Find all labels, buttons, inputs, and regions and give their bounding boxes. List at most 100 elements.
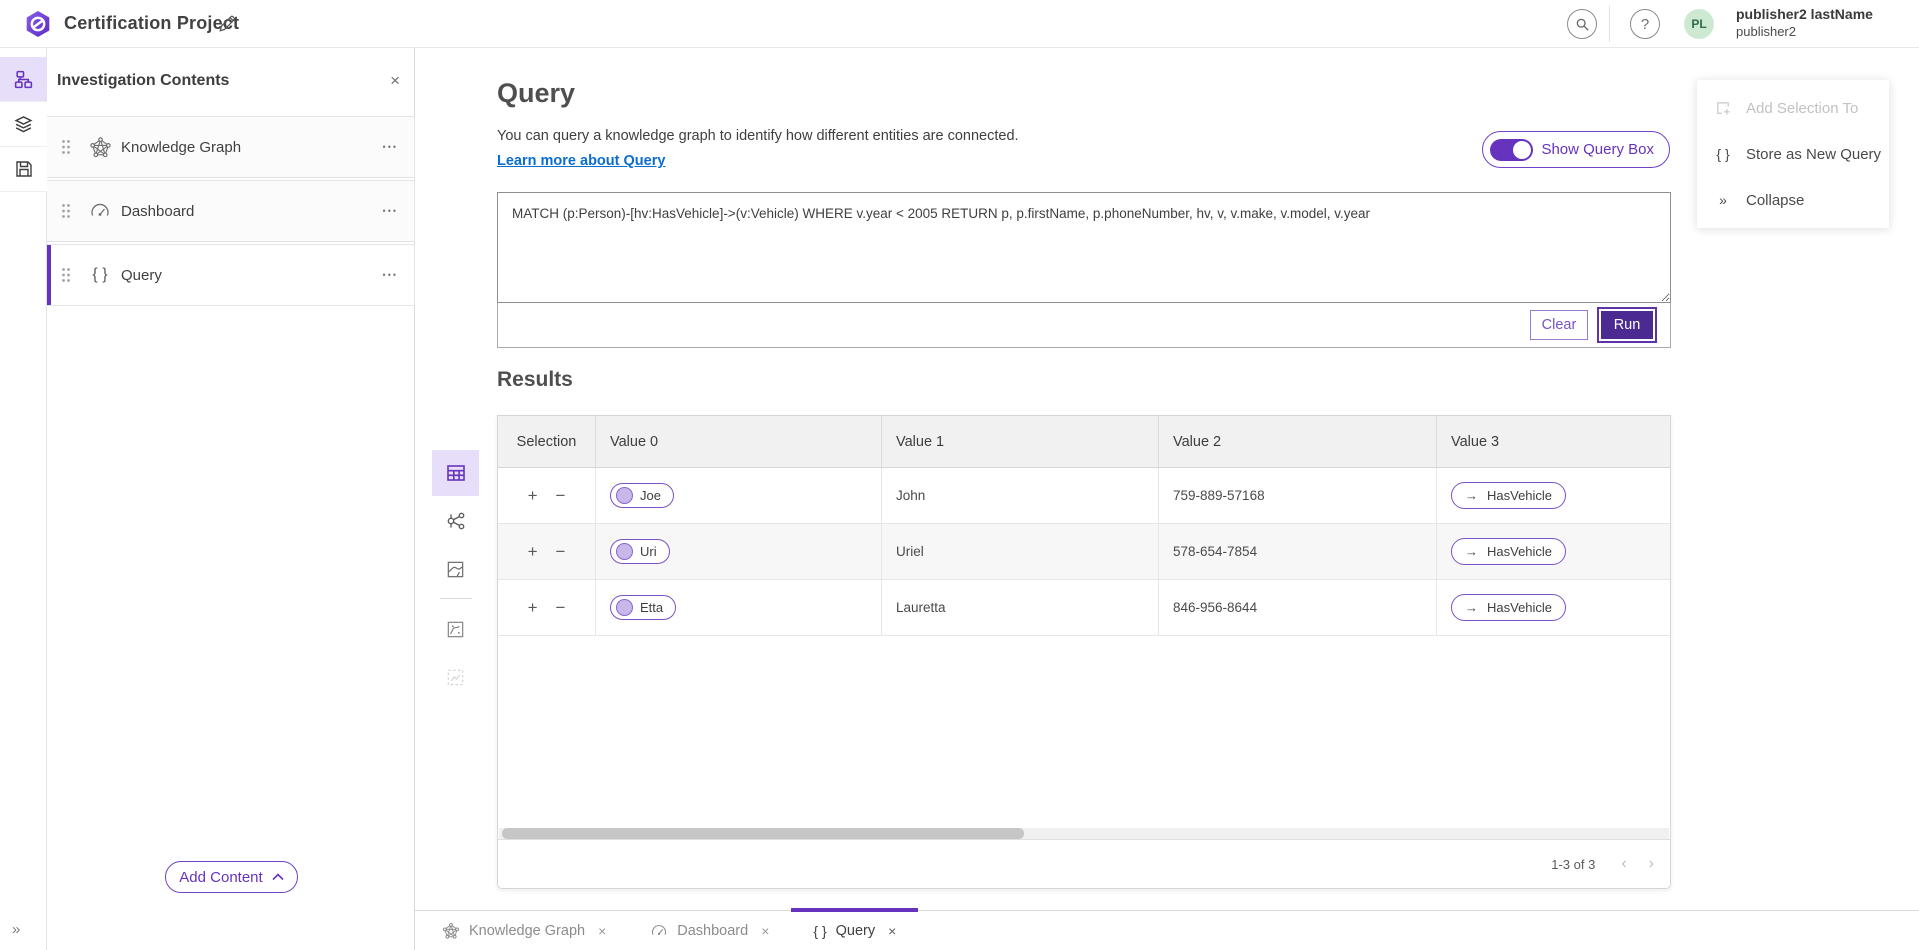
sidebar-header: Investigation Contents × — [47, 48, 414, 108]
close-tab-icon[interactable]: × — [888, 923, 896, 939]
cell-phone-number: 578-654-7854 — [1159, 524, 1437, 579]
remove-from-selection-icon[interactable]: − — [556, 599, 566, 616]
cell-first-name: Lauretta — [882, 580, 1159, 635]
search-button[interactable] — [1567, 9, 1597, 39]
entity-pill[interactable]: Uri — [610, 539, 670, 564]
remove-from-selection-icon[interactable]: − — [556, 543, 566, 560]
sidebar-item-query[interactable]: { } Query ••• — [47, 244, 415, 306]
bottom-tab-bar: Knowledge Graph × Dashboard × { } Query … — [415, 910, 1919, 950]
relation-pill[interactable]: → HasVehicle — [1451, 538, 1566, 565]
scrollbar-thumb[interactable] — [502, 828, 1024, 839]
toggle-switch-icon[interactable] — [1490, 139, 1533, 161]
table-icon — [445, 462, 467, 484]
braces-icon: { } — [1713, 146, 1733, 162]
sidebar-item-dashboard[interactable]: Dashboard ••• — [47, 180, 415, 242]
rail-item-investigation-contents[interactable] — [0, 57, 47, 102]
toggle-label: Show Query Box — [1541, 141, 1654, 158]
person-node-icon — [616, 543, 633, 560]
relation-pill[interactable]: → HasVehicle — [1451, 594, 1566, 621]
results-table: Selection Value 0 Value 1 Value 2 Value … — [497, 415, 1671, 889]
cell-first-name: Uriel — [882, 524, 1159, 579]
help-button[interactable]: ? — [1630, 9, 1660, 39]
horizontal-scrollbar[interactable] — [499, 828, 1669, 839]
column-header[interactable]: Selection — [498, 416, 596, 467]
previous-page-icon[interactable]: ‹ — [1621, 855, 1626, 873]
query-input[interactable]: MATCH (p:Person)-[hv:HasVehicle]->(v:Veh… — [497, 192, 1671, 303]
rail-item-layers[interactable] — [0, 102, 47, 147]
item-menu-icon[interactable]: ••• — [383, 270, 398, 280]
query-box-panel: MATCH (p:Person)-[hv:HasVehicle]->(v:Veh… — [497, 192, 1671, 348]
add-to-selection-icon[interactable]: + — [528, 599, 538, 616]
cell-phone-number: 759-889-57168 — [1159, 468, 1437, 523]
next-page-icon[interactable]: › — [1649, 855, 1654, 873]
add-to-selection-icon[interactable]: + — [528, 543, 538, 560]
avatar[interactable]: PL — [1684, 9, 1714, 39]
close-tab-icon[interactable]: × — [598, 923, 606, 939]
add-selection-icon — [1713, 100, 1733, 117]
hierarchy-icon — [13, 69, 34, 90]
left-rail: » — [0, 48, 47, 950]
results-title: Results — [497, 368, 573, 392]
run-button[interactable]: Run — [1599, 309, 1655, 341]
topbar-divider — [1609, 6, 1610, 42]
column-header[interactable]: Value 3 — [1437, 416, 1670, 467]
show-query-box-toggle[interactable]: Show Query Box — [1482, 131, 1670, 168]
column-header[interactable]: Value 1 — [882, 416, 1159, 467]
sidebar-close-icon[interactable]: × — [390, 72, 400, 89]
view-network-button[interactable] — [432, 498, 479, 544]
view-table-button[interactable] — [432, 450, 479, 496]
table-empty-area — [498, 636, 1670, 828]
menu-item-add-selection-to: Add Selection To — [1697, 85, 1889, 131]
item-menu-icon[interactable]: ••• — [383, 206, 398, 216]
cell-phone-number: 846-956-8644 — [1159, 580, 1437, 635]
pagination-label: 1-3 of 3 — [1551, 857, 1595, 872]
dashboard-icon — [87, 200, 113, 222]
dashboard-icon — [650, 922, 668, 940]
menu-item-store-as-new-query[interactable]: { } Store as New Query — [1697, 131, 1889, 177]
user-name: publisher2 lastName — [1736, 6, 1873, 24]
drag-handle-icon[interactable] — [61, 203, 73, 219]
add-content-button[interactable]: Add Content — [165, 861, 298, 893]
view-map-button[interactable] — [432, 546, 479, 592]
add-to-selection-icon[interactable]: + — [528, 487, 538, 504]
edit-title-icon[interactable] — [218, 15, 236, 33]
user-info[interactable]: publisher2 lastName publisher2 — [1736, 6, 1873, 40]
rail-item-save[interactable] — [0, 147, 47, 192]
relation-arrow-icon: → — [1465, 600, 1478, 615]
column-header[interactable]: Value 0 — [596, 416, 882, 467]
view-disabled-button — [432, 654, 479, 700]
drag-handle-icon[interactable] — [61, 267, 73, 283]
person-node-icon — [616, 487, 633, 504]
query-braces-icon: { } — [87, 266, 113, 284]
sidebar-item-knowledge-graph[interactable]: Knowledge Graph ••• — [47, 116, 415, 178]
knowledge-graph-icon — [87, 136, 113, 159]
investigation-contents-panel: Investigation Contents × Knowledge Graph… — [47, 48, 415, 950]
drag-handle-icon[interactable] — [61, 139, 73, 155]
tab-knowledge-graph[interactable]: Knowledge Graph × — [420, 911, 628, 950]
tab-dashboard[interactable]: Dashboard × — [628, 911, 791, 950]
column-header[interactable]: Value 2 — [1159, 416, 1437, 467]
disabled-view-icon — [445, 667, 466, 688]
close-tab-icon[interactable]: × — [761, 923, 769, 939]
relation-arrow-icon: → — [1465, 544, 1478, 559]
map-icon — [445, 559, 466, 580]
chevron-up-icon — [272, 873, 284, 881]
app-logo-icon[interactable] — [24, 10, 52, 38]
results-view-switcher — [432, 450, 480, 702]
help-icon: ? — [1641, 16, 1649, 33]
switcher-divider — [440, 598, 472, 599]
query-braces-icon: { } — [813, 923, 826, 939]
view-geomap-button[interactable] — [432, 606, 479, 652]
clear-button[interactable]: Clear — [1530, 310, 1588, 340]
item-menu-icon[interactable]: ••• — [383, 142, 398, 152]
entity-pill[interactable]: Etta — [610, 595, 676, 620]
menu-item-collapse[interactable]: » Collapse — [1697, 177, 1889, 223]
learn-more-link[interactable]: Learn more about Query — [497, 153, 665, 169]
geo-map-icon — [445, 619, 466, 640]
remove-from-selection-icon[interactable]: − — [556, 487, 566, 504]
pagination-bar: 1-3 of 3 ‹ › — [498, 839, 1670, 888]
expand-rail-button[interactable]: » — [12, 921, 19, 938]
entity-pill[interactable]: Joe — [610, 483, 674, 508]
relation-pill[interactable]: → HasVehicle — [1451, 482, 1566, 509]
tab-query[interactable]: { } Query × — [791, 911, 918, 950]
